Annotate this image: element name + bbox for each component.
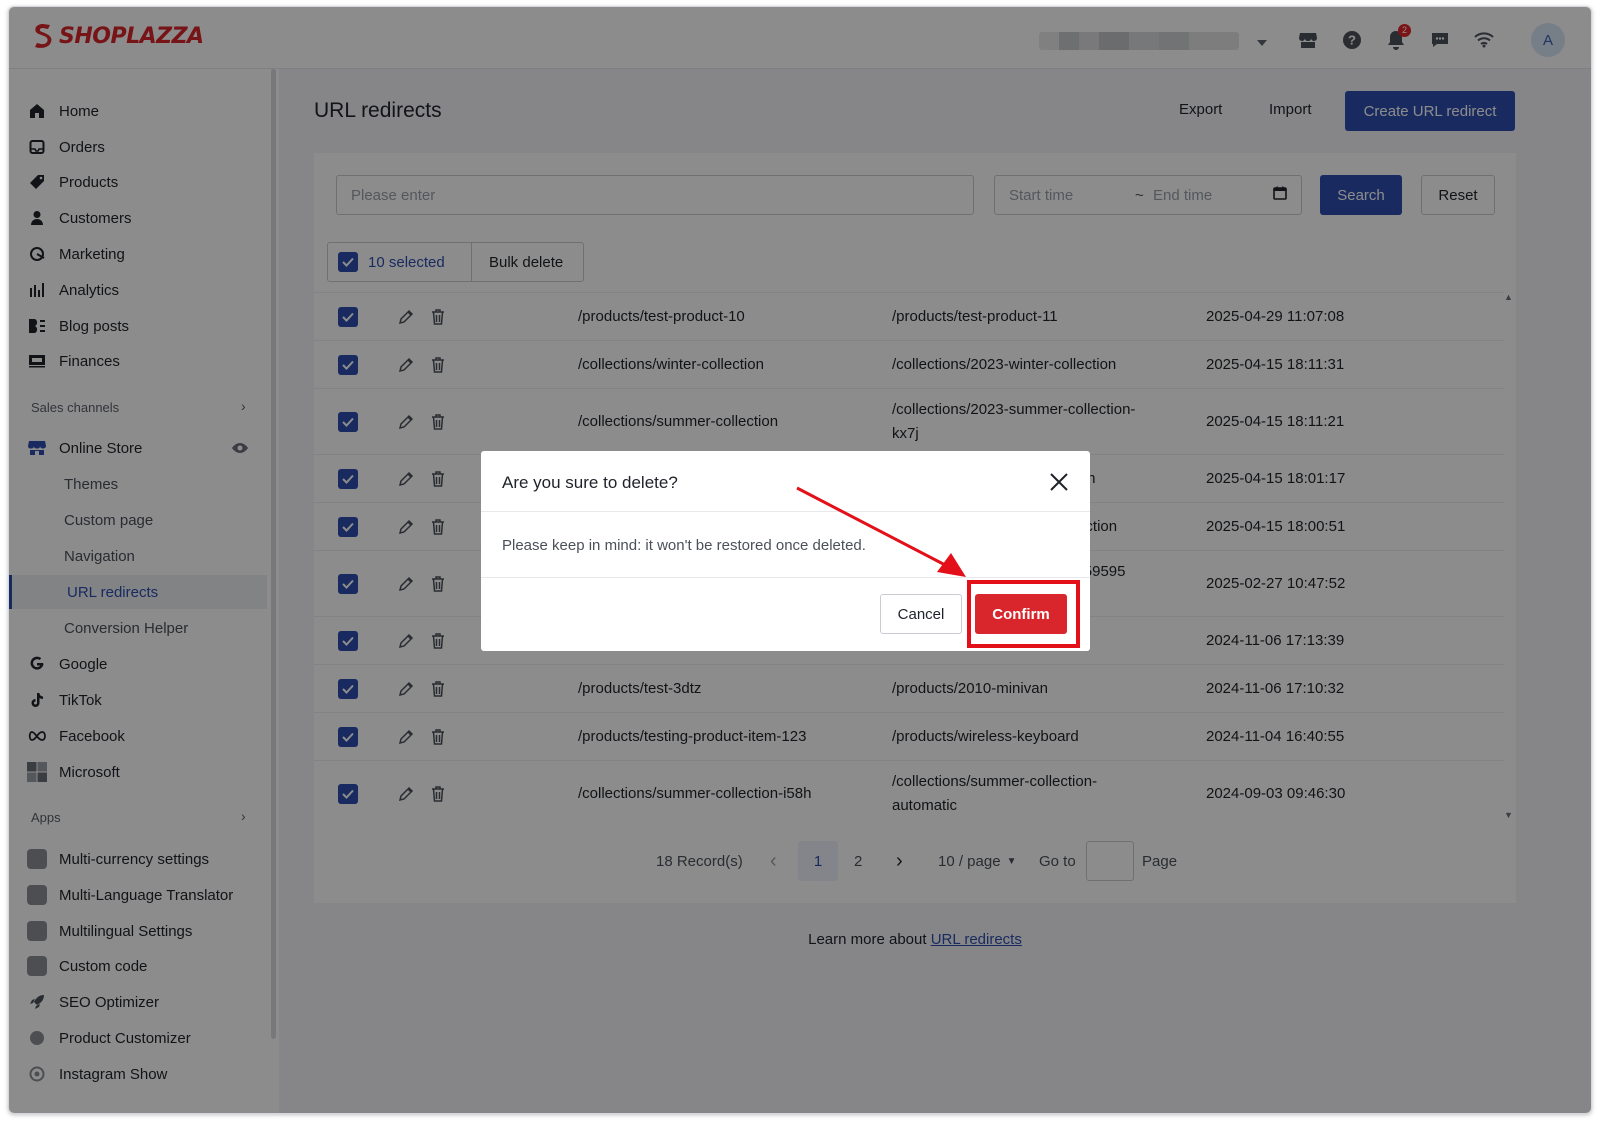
dialog-message: Please keep in mind: it won't be restore… <box>502 537 866 554</box>
close-icon[interactable] <box>1048 471 1070 493</box>
dialog-title: Are you sure to delete? <box>502 473 678 492</box>
dialog-divider <box>481 511 1090 512</box>
dialog-divider <box>481 577 1090 578</box>
highlight-box <box>967 580 1080 648</box>
cancel-button[interactable]: Cancel <box>880 594 962 634</box>
app-window: SHOPLAZZA ? 2 A Home Orders Products Cus… <box>8 6 1592 1114</box>
